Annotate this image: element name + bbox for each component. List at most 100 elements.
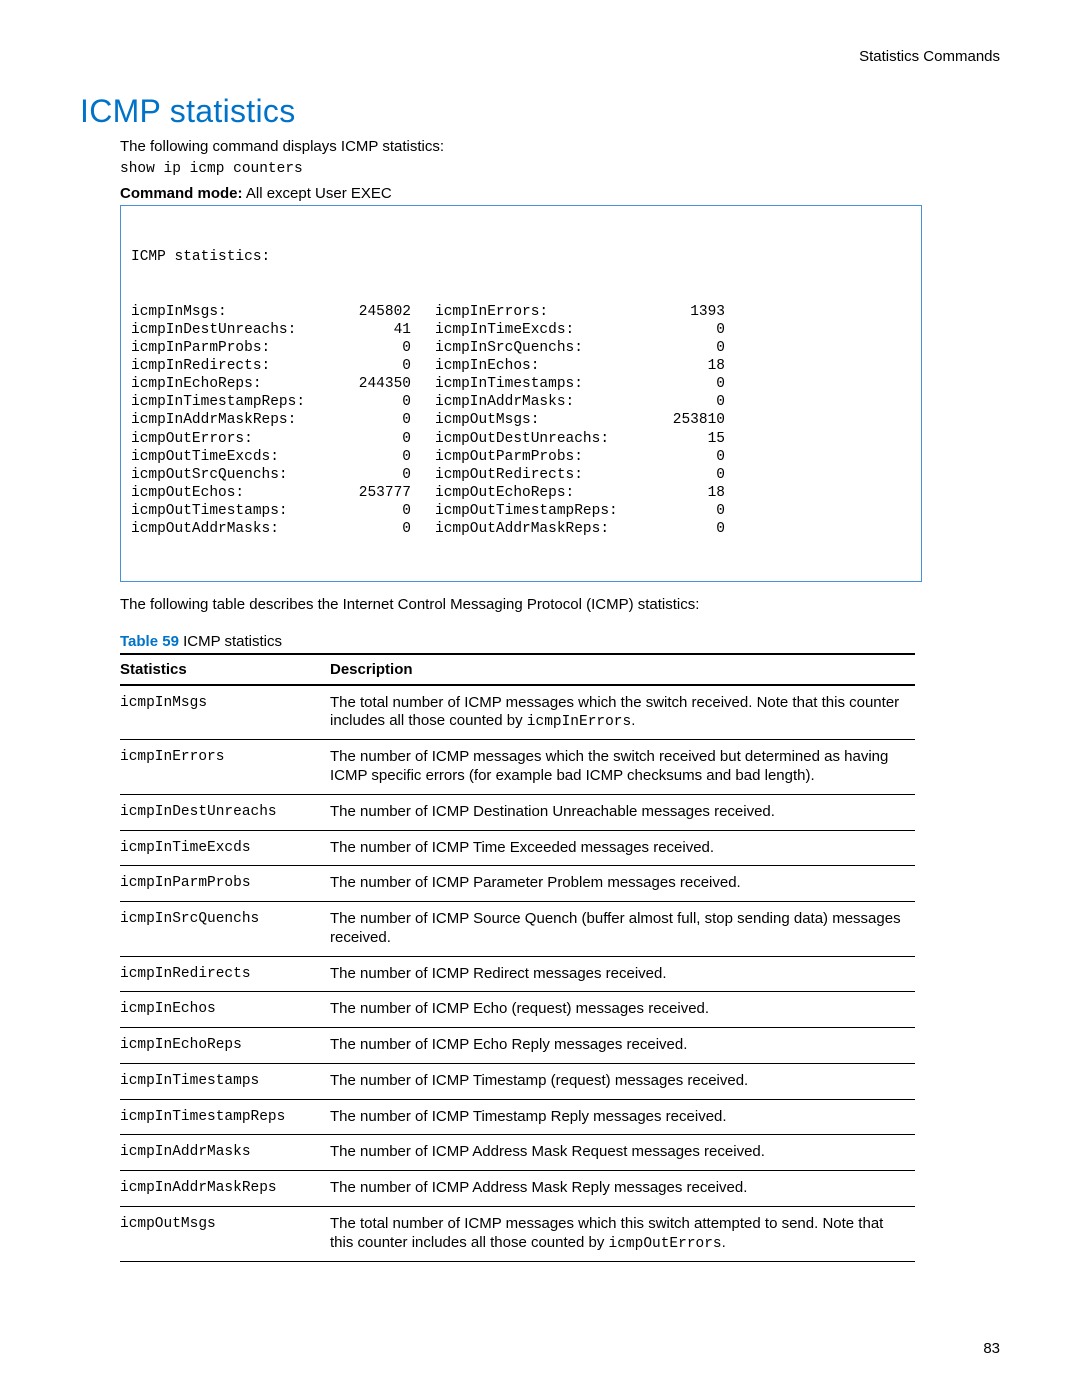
- table-row: icmpInMsgsThe total number of ICMP messa…: [120, 685, 915, 740]
- output-row: icmpOutSrcQuenchs:0icmpOutRedirects:0: [131, 466, 911, 484]
- stat-name-cell: icmpInTimeExcds: [120, 830, 330, 866]
- stat-desc-cell: The number of ICMP Echo (request) messag…: [330, 992, 915, 1028]
- col-header-description: Description: [330, 654, 915, 685]
- page-number: 83: [983, 1340, 1000, 1357]
- stat-value: 18: [645, 484, 725, 502]
- stat-label: icmpInRedirects:: [131, 357, 331, 375]
- command-mode-value: All except User EXEC: [243, 185, 392, 202]
- stat-value: 0: [645, 321, 725, 339]
- stat-label: icmpInAddrMasks:: [435, 393, 645, 411]
- stat-label: icmpInSrcQuenchs:: [435, 339, 645, 357]
- stat-name-cell: icmpInAddrMasks: [120, 1135, 330, 1171]
- stat-label: icmpInEchos:: [435, 357, 645, 375]
- table-caption: Table 59 ICMP statistics: [120, 633, 1000, 650]
- table-row: icmpInAddrMaskRepsThe number of ICMP Add…: [120, 1171, 915, 1207]
- output-row: icmpInParmProbs:0icmpInSrcQuenchs:0: [131, 339, 911, 357]
- header-section: Statistics Commands: [80, 48, 1000, 65]
- stat-label: icmpOutAddrMasks:: [131, 520, 331, 538]
- stats-table: Statistics Description icmpInMsgsThe tot…: [120, 653, 915, 1262]
- output-row: icmpInDestUnreachs:41icmpInTimeExcds:0: [131, 321, 911, 339]
- col-header-statistics: Statistics: [120, 654, 330, 685]
- stat-name-cell: icmpInMsgs: [120, 685, 330, 740]
- stat-desc-cell: The number of ICMP Timestamp (request) m…: [330, 1063, 915, 1099]
- stat-label: icmpOutSrcQuenchs:: [131, 466, 331, 484]
- table-row: icmpInRedirectsThe number of ICMP Redire…: [120, 956, 915, 992]
- stat-desc-cell: The number of ICMP Timestamp Reply messa…: [330, 1099, 915, 1135]
- stat-name-cell: icmpInEchoReps: [120, 1028, 330, 1064]
- stat-label: icmpInTimestamps:: [435, 375, 645, 393]
- stat-label: icmpOutTimestamps:: [131, 502, 331, 520]
- output-row: icmpOutTimestamps:0icmpOutTimestampReps:…: [131, 502, 911, 520]
- table-row: icmpInErrorsThe number of ICMP messages …: [120, 740, 915, 795]
- stat-value: 0: [331, 393, 435, 411]
- intro-text: The following command displays ICMP stat…: [120, 138, 1000, 155]
- stat-value: 0: [645, 520, 725, 538]
- stat-value: 0: [645, 393, 725, 411]
- stat-value: 0: [645, 502, 725, 520]
- command-output: ICMP statistics: icmpInMsgs:245802icmpIn…: [120, 205, 922, 582]
- stat-label: icmpInDestUnreachs:: [131, 321, 331, 339]
- stat-value: 41: [331, 321, 435, 339]
- table-row: icmpOutMsgsThe total number of ICMP mess…: [120, 1206, 915, 1261]
- stat-desc-cell: The total number of ICMP messages which …: [330, 1206, 915, 1261]
- table-row: icmpInEchosThe number of ICMP Echo (requ…: [120, 992, 915, 1028]
- stat-value: 0: [331, 448, 435, 466]
- inline-code: icmpOutErrors: [609, 1236, 722, 1252]
- stat-label: icmpOutDestUnreachs:: [435, 430, 645, 448]
- stat-label: icmpInParmProbs:: [131, 339, 331, 357]
- table-caption-text: ICMP statistics: [179, 633, 282, 650]
- table-row: icmpInTimeExcdsThe number of ICMP Time E…: [120, 830, 915, 866]
- inline-code: icmpInErrors: [527, 714, 631, 730]
- stat-value: 0: [331, 339, 435, 357]
- stat-label: icmpOutErrors:: [131, 430, 331, 448]
- stat-label: icmpInEchoReps:: [131, 375, 331, 393]
- stat-name-cell: icmpInSrcQuenchs: [120, 902, 330, 957]
- table-row: icmpInAddrMasksThe number of ICMP Addres…: [120, 1135, 915, 1171]
- stat-name-cell: icmpInErrors: [120, 740, 330, 795]
- stat-value: 0: [331, 466, 435, 484]
- table-number: Table 59: [120, 633, 179, 650]
- table-row: icmpInEchoRepsThe number of ICMP Echo Re…: [120, 1028, 915, 1064]
- stat-desc-cell: The number of ICMP Time Exceeded message…: [330, 830, 915, 866]
- table-row: icmpInParmProbsThe number of ICMP Parame…: [120, 866, 915, 902]
- output-row: icmpInTimestampReps:0icmpInAddrMasks:0: [131, 393, 911, 411]
- stat-value: 0: [645, 448, 725, 466]
- output-row: icmpOutAddrMasks:0icmpOutAddrMaskReps:0: [131, 520, 911, 538]
- stat-name-cell: icmpInRedirects: [120, 956, 330, 992]
- output-title: ICMP statistics:: [131, 248, 911, 266]
- stat-label: icmpInMsgs:: [131, 303, 331, 321]
- table-row: icmpInTimestampsThe number of ICMP Times…: [120, 1063, 915, 1099]
- stat-value: 1393: [645, 303, 725, 321]
- stat-label: icmpOutTimestampReps:: [435, 502, 645, 520]
- stat-name-cell: icmpInTimestampReps: [120, 1099, 330, 1135]
- stat-value: 0: [331, 520, 435, 538]
- stat-name-cell: icmpInTimestamps: [120, 1063, 330, 1099]
- stat-desc-cell: The number of ICMP Address Mask Reply me…: [330, 1171, 915, 1207]
- stat-desc-cell: The total number of ICMP messages which …: [330, 685, 915, 740]
- table-row: icmpInTimestampRepsThe number of ICMP Ti…: [120, 1099, 915, 1135]
- table-row: icmpInSrcQuenchsThe number of ICMP Sourc…: [120, 902, 915, 957]
- stat-value: 253777: [331, 484, 435, 502]
- stat-value: 253810: [645, 411, 725, 429]
- stat-desc-cell: The number of ICMP Parameter Problem mes…: [330, 866, 915, 902]
- command-mode-line: Command mode: All except User EXEC: [120, 185, 1000, 202]
- stat-name-cell: icmpInParmProbs: [120, 866, 330, 902]
- output-row: icmpInMsgs:245802icmpInErrors:1393: [131, 303, 911, 321]
- stat-desc-cell: The number of ICMP Echo Reply messages r…: [330, 1028, 915, 1064]
- stat-value: 15: [645, 430, 725, 448]
- stat-label: icmpOutEchos:: [131, 484, 331, 502]
- output-row: icmpOutTimeExcds:0icmpOutParmProbs:0: [131, 448, 911, 466]
- stat-name-cell: icmpInDestUnreachs: [120, 794, 330, 830]
- page-title: ICMP statistics: [80, 93, 1000, 130]
- stat-label: icmpInAddrMaskReps:: [131, 411, 331, 429]
- stat-value: 0: [645, 466, 725, 484]
- stat-value: 0: [645, 339, 725, 357]
- stat-value: 0: [331, 411, 435, 429]
- stat-label: icmpInTimestampReps:: [131, 393, 331, 411]
- stat-value: 245802: [331, 303, 435, 321]
- stat-label: icmpOutMsgs:: [435, 411, 645, 429]
- stat-value: 0: [331, 502, 435, 520]
- stat-desc-cell: The number of ICMP Destination Unreachab…: [330, 794, 915, 830]
- stat-label: icmpOutParmProbs:: [435, 448, 645, 466]
- command-text: show ip icmp counters: [120, 161, 1000, 177]
